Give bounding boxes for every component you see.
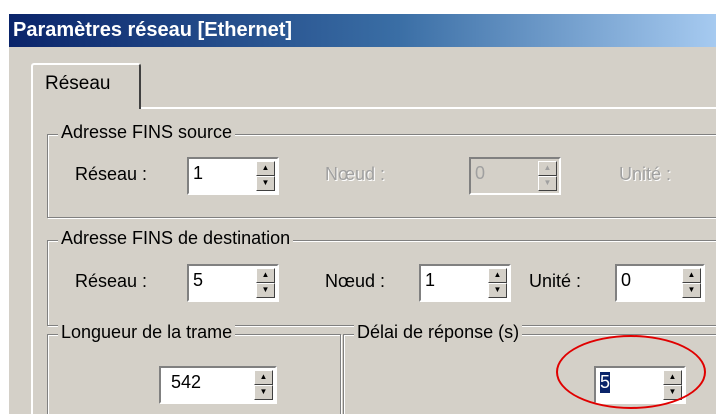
frame-length-legend: Longueur de la trame [58,322,236,343]
destination-network-label: Réseau : [75,271,148,291]
spin-down-icon[interactable]: ▼ [256,176,275,191]
source-unit-label: Unité : [619,164,672,184]
source-network-value[interactable]: 1 [193,163,203,184]
source-node-label: Nœud : [325,164,386,184]
tab-network[interactable]: Réseau [31,63,141,109]
spin-down-icon[interactable]: ▼ [682,283,701,298]
spin-up-icon[interactable]: ▲ [663,370,682,385]
source-group-legend: Adresse FINS source [58,122,236,143]
network-settings-dialog: Paramètres réseau [Ethernet] Réseau Adre… [9,14,716,414]
source-network-label: Réseau : [75,164,148,184]
spin-down-icon[interactable]: ▼ [256,283,275,298]
title-bar[interactable]: Paramètres réseau [Ethernet] [9,14,716,47]
destination-unit-label: Unité : [529,271,582,291]
destination-unit-value[interactable]: 0 [621,270,631,291]
source-node-value: 0 [475,163,486,183]
spin-up-icon: ▲ [538,161,557,176]
source-network-spinner[interactable]: 1 ▲ ▼ [187,157,279,195]
destination-node-spinner[interactable]: 1 ▲ ▼ [419,264,511,302]
spin-down-icon[interactable]: ▼ [663,385,682,400]
spin-down-icon[interactable]: ▼ [488,283,507,298]
destination-node-value[interactable]: 1 [425,270,435,291]
response-delay-value[interactable]: 5 [600,372,611,393]
spin-up-icon[interactable]: ▲ [256,161,275,176]
spin-up-icon[interactable]: ▲ [682,268,701,283]
window-title: Paramètres réseau [Ethernet] [13,19,293,41]
destination-node-label: Nœud : [325,271,386,291]
destination-group-legend: Adresse FINS de destination [58,228,294,249]
spin-down-icon: ▼ [538,176,557,191]
spin-up-icon[interactable]: ▲ [256,268,275,283]
source-node-spinner: 0 ▲ ▼ [469,157,561,195]
spin-up-icon[interactable]: ▲ [254,370,273,385]
spin-down-icon[interactable]: ▼ [254,385,273,400]
frame-length-value[interactable]: 542 [171,372,201,393]
response-delay-legend: Délai de réponse (s) [354,322,523,343]
destination-network-spinner[interactable]: 5 ▲ ▼ [187,264,279,302]
destination-network-value[interactable]: 5 [193,270,203,291]
response-delay-spinner[interactable]: 5 ▲ ▼ [594,366,686,404]
destination-unit-spinner[interactable]: 0 ▲ ▼ [615,264,705,302]
spin-up-icon[interactable]: ▲ [488,268,507,283]
frame-length-spinner[interactable]: 542 ▲ ▼ [159,366,277,404]
tab-network-label: Réseau [45,73,111,94]
